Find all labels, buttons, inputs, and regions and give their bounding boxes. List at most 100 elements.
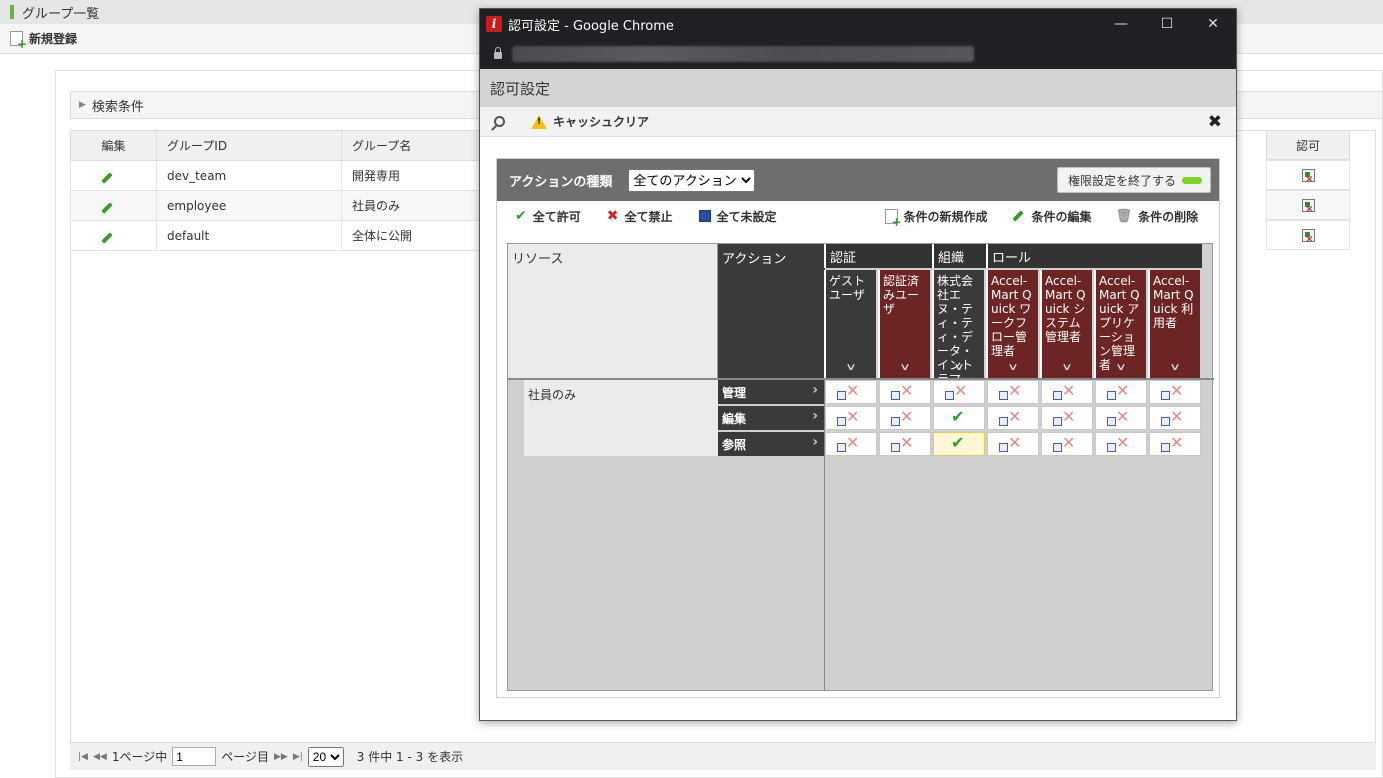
per-page-select[interactable]: 20 xyxy=(307,746,344,767)
authorization-icon[interactable] xyxy=(1301,198,1315,215)
permission-cell[interactable]: ✕ xyxy=(879,406,931,430)
deny-cross-icon: ✕ xyxy=(1170,407,1184,426)
record-summary: 3 件中 1 - 3 を表示 xyxy=(356,750,464,764)
action-row-edit[interactable]: 編集 › xyxy=(718,406,824,430)
permission-cell[interactable]: ✔ xyxy=(933,432,985,456)
permission-cell[interactable]: ✕ xyxy=(1149,432,1201,456)
col-header-group-name: グループ名 xyxy=(341,130,482,161)
last-page-icon[interactable]: ▶| xyxy=(293,752,303,762)
col-header-group-id: グループID xyxy=(156,130,342,161)
permission-cell[interactable]: ✕ xyxy=(1041,406,1093,430)
unset-link-icon xyxy=(891,391,900,400)
unset-link-icon xyxy=(1107,443,1116,452)
permission-cell[interactable]: ✕ xyxy=(1095,406,1147,430)
unset-link-icon xyxy=(1107,391,1116,400)
deny-cross-icon: ✕ xyxy=(954,381,968,400)
col-header-edit: 編集 xyxy=(70,130,157,161)
action-row-view[interactable]: 参照 › xyxy=(718,432,824,456)
group-id-cell: employee xyxy=(156,190,342,221)
permission-cell[interactable]: ✕ xyxy=(987,406,1039,430)
permission-cell[interactable]: ✕ xyxy=(1149,406,1201,430)
deny-cross-icon: ✕ xyxy=(900,381,914,400)
dialog-toolbar: キャッシュクリア ✖ xyxy=(480,107,1236,137)
deny-all-button[interactable]: ✖ 全て禁止 xyxy=(607,208,673,225)
group-name-cell: 社員のみ xyxy=(341,190,482,221)
column-header-authenticated[interactable]: 認証済みユーザ ∨ xyxy=(878,270,930,378)
pencil-icon[interactable] xyxy=(101,171,113,184)
column-header-guest[interactable]: ゲストユーザ ∨ xyxy=(824,270,876,378)
table-row: employee 社員のみ xyxy=(70,190,482,221)
group-id-cell: default xyxy=(156,220,342,251)
minimize-icon[interactable]: — xyxy=(1098,9,1144,39)
permission-cell[interactable]: ✕ xyxy=(825,406,877,430)
window-controls: — ☐ ✕ xyxy=(1098,9,1236,39)
column-header-user[interactable]: Accel-Mart Quick 利用者 ∨ xyxy=(1148,270,1200,378)
chevron-right-icon: › xyxy=(812,382,818,398)
deny-cross-icon: ✕ xyxy=(1062,381,1076,400)
next-page-icon[interactable]: ▶▶ xyxy=(274,752,288,762)
group-header-role: ロール xyxy=(986,244,1202,268)
unset-link-icon xyxy=(891,417,900,426)
search-icon[interactable] xyxy=(494,116,505,127)
new-condition-button[interactable]: 条件の新規作成 xyxy=(884,208,988,229)
permission-cell[interactable]: ✕ xyxy=(1041,380,1093,404)
title-marker xyxy=(10,5,14,19)
unset-all-button[interactable]: 全て未設定 xyxy=(698,208,777,225)
deny-cross-icon: ✕ xyxy=(1062,407,1076,426)
allow-all-button[interactable]: ✔ 全て許可 xyxy=(515,208,581,225)
blurred-url[interactable] xyxy=(512,46,974,62)
group-header-auth: 認証 xyxy=(824,244,932,268)
warning-icon xyxy=(531,114,547,129)
deny-cross-icon: ✕ xyxy=(1008,407,1022,426)
unset-link-icon xyxy=(1161,391,1170,400)
column-header-company[interactable]: 株式会社エヌ・ティ・ティ・データ・イントラマート∨ xyxy=(932,270,984,378)
authorization-window: i 認可設定 - Google Chrome — ☐ ✕ 認可設定 キャッシュク… xyxy=(479,8,1237,721)
deny-cross-icon: ✕ xyxy=(1008,381,1022,400)
permission-cell[interactable]: ✕ xyxy=(825,380,877,404)
column-header-app-admin[interactable]: Accel-Mart Quick アプリケーション管理者 ∨ xyxy=(1094,270,1146,378)
end-permission-button[interactable]: 権限設定を終了する xyxy=(1056,167,1211,193)
permission-cell[interactable]: ✕ xyxy=(1149,380,1201,404)
column-header-workflow-admin[interactable]: Accel-Mart Quick ワークフロー管理者 ∨ xyxy=(986,270,1038,378)
pencil-icon[interactable] xyxy=(101,231,113,244)
auth-cell xyxy=(1266,160,1350,190)
panel-header: アクションの種類 全てのアクション 権限設定を終了する xyxy=(497,159,1219,201)
delete-condition-button[interactable]: 🗑 条件の削除 xyxy=(1116,208,1199,225)
permission-matrix: リソース アクション 認証 組織 ロール ゲストユーザ ∨ 認証済みユーザ ∨ 株式… xyxy=(507,243,1214,691)
column-header-label: Accel-Mart Quick アプリケーション管理者 xyxy=(1099,274,1140,372)
edit-condition-button[interactable]: 条件の編集 xyxy=(1011,208,1092,225)
unset-link-icon xyxy=(999,443,1008,452)
authorization-icon[interactable] xyxy=(1301,168,1315,185)
unset-link-icon xyxy=(837,391,846,400)
maximize-icon[interactable]: ☐ xyxy=(1144,9,1190,39)
permission-cell[interactable]: ✕ xyxy=(1041,432,1093,456)
permission-cell[interactable]: ✕ xyxy=(933,380,985,404)
group-name-cell: 開発専用 xyxy=(341,160,482,191)
new-register-button[interactable]: 新規登録 xyxy=(29,30,77,47)
action-type-select[interactable]: 全てのアクション xyxy=(628,168,756,192)
permission-cell[interactable]: ✕ xyxy=(987,432,1039,456)
panel-toolbar: ✔ 全て許可 ✖ 全て禁止 全て未設定 条件の新規作成 条件の編集 🗑 条件の削除 xyxy=(497,201,1219,231)
action-row-manage[interactable]: 管理 › xyxy=(718,380,824,404)
edit-cell xyxy=(70,220,157,251)
close-icon[interactable]: ✕ xyxy=(1190,9,1236,39)
edit-condition-label: 条件の編集 xyxy=(1031,209,1092,224)
permission-cell[interactable]: ✕ xyxy=(987,380,1039,404)
pencil-icon[interactable] xyxy=(101,201,113,214)
permission-cell[interactable]: ✕ xyxy=(879,432,931,456)
edit-cell xyxy=(70,160,157,191)
column-header-system-admin[interactable]: Accel-Mart Quick システム管理者 ∨ xyxy=(1040,270,1092,378)
permission-cell[interactable]: ✕ xyxy=(1095,380,1147,404)
dialog-close-icon[interactable]: ✖ xyxy=(1208,112,1222,132)
permission-cell[interactable]: ✕ xyxy=(1095,432,1147,456)
cache-clear-button[interactable]: キャッシュクリア xyxy=(553,113,649,130)
authorization-icon[interactable] xyxy=(1301,228,1315,245)
first-page-icon[interactable]: |◀ xyxy=(78,752,88,762)
permission-cell[interactable]: ✕ xyxy=(825,432,877,456)
chevron-down-icon: ∨ xyxy=(1115,362,1127,373)
permission-cell[interactable]: ✕ xyxy=(879,380,931,404)
prev-page-icon[interactable]: ◀◀ xyxy=(93,752,107,762)
page-input[interactable] xyxy=(172,747,217,766)
new-document-icon xyxy=(10,31,27,51)
permission-cell[interactable]: ✔ xyxy=(933,406,985,430)
